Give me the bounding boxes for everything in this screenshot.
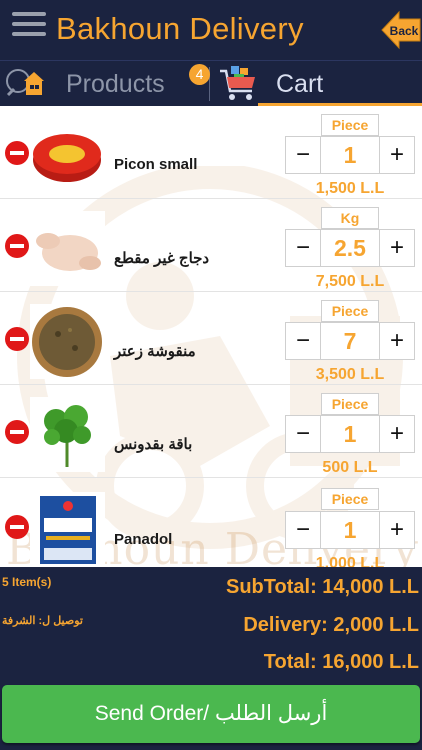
item-price: 7,500 L.L bbox=[315, 273, 385, 290]
quantity-value[interactable]: 1 bbox=[321, 136, 379, 174]
cart-count-badge: 4 bbox=[189, 64, 210, 85]
item-name: Panadol bbox=[114, 531, 173, 548]
cart-item: Picon small Piece − 1 + 1,500 L.L bbox=[0, 106, 422, 199]
total: Total: 16,000 L.L bbox=[263, 651, 419, 673]
quantity-stepper: − 7 + bbox=[285, 322, 415, 360]
decrease-quantity-button[interactable]: − bbox=[285, 229, 321, 267]
cart-item: دجاج غير مقطع Kg − 2.5 + 7,500 L.L bbox=[0, 199, 422, 292]
delivery-fee: Delivery: 2,000 L.L bbox=[243, 614, 419, 636]
tab-products[interactable]: Products bbox=[0, 61, 210, 107]
remove-item-button[interactable] bbox=[5, 515, 29, 539]
item-price: 500 L.L bbox=[322, 459, 378, 476]
hamburger-menu-icon[interactable] bbox=[12, 12, 46, 42]
store-icon bbox=[6, 69, 44, 97]
cart-item: باقة بقدونس Piece − 1 + 500 L.L bbox=[0, 385, 422, 478]
items-count: 5 Item(s) bbox=[2, 575, 52, 589]
cart-item: منقوشة زعتر Piece − 7 + 3,500 L.L bbox=[0, 292, 422, 385]
unit-label: Piece bbox=[321, 488, 379, 510]
increase-quantity-button[interactable]: + bbox=[379, 229, 415, 267]
product-image bbox=[30, 211, 105, 286]
unit-label: Piece bbox=[321, 300, 379, 322]
quantity-stepper: − 1 + bbox=[285, 511, 415, 549]
tab-cart[interactable]: Cart bbox=[210, 61, 422, 107]
back-button[interactable]: Back bbox=[381, 10, 421, 50]
increase-quantity-button[interactable]: + bbox=[379, 415, 415, 453]
order-summary: 5 Item(s) توصيل ل: الشرفة SubTotal: 14,0… bbox=[0, 567, 422, 683]
product-image bbox=[30, 397, 105, 472]
app-header: Bakhoun Delivery Back bbox=[0, 0, 422, 60]
decrease-quantity-button[interactable]: − bbox=[285, 511, 321, 549]
increase-quantity-button[interactable]: + bbox=[379, 511, 415, 549]
item-price: 1,000 L.L bbox=[315, 555, 385, 567]
shopping-cart-icon bbox=[220, 66, 255, 100]
back-arrow-icon: Back bbox=[381, 10, 421, 50]
product-image bbox=[30, 118, 105, 193]
item-price: 1,500 L.L bbox=[315, 180, 385, 197]
delivery-area: توصيل ل: الشرفة bbox=[2, 615, 83, 627]
tab-products-label: Products bbox=[66, 70, 165, 98]
product-image bbox=[30, 492, 105, 567]
remove-item-button[interactable] bbox=[5, 327, 29, 351]
quantity-value[interactable]: 1 bbox=[321, 415, 379, 453]
item-name: دجاج غير مقطع bbox=[114, 250, 210, 267]
product-image bbox=[30, 304, 105, 379]
decrease-quantity-button[interactable]: − bbox=[285, 322, 321, 360]
send-order-bar: Send Order/ أرسل الطلب bbox=[0, 683, 422, 750]
quantity-value[interactable]: 1 bbox=[321, 511, 379, 549]
tab-cart-label: Cart bbox=[276, 70, 324, 98]
cart-list[interactable]: Bakhoun Delivery Picon small Piece − 1 +… bbox=[0, 106, 422, 567]
item-name: منقوشة زعتر bbox=[114, 343, 196, 360]
send-order-button[interactable]: Send Order/ أرسل الطلب bbox=[2, 685, 420, 743]
cart-item: Panadol Piece − 1 + 1,000 L.L bbox=[0, 478, 422, 567]
unit-label: Piece bbox=[321, 114, 379, 136]
decrease-quantity-button[interactable]: − bbox=[285, 136, 321, 174]
remove-item-button[interactable] bbox=[5, 420, 29, 444]
increase-quantity-button[interactable]: + bbox=[379, 322, 415, 360]
remove-item-button[interactable] bbox=[5, 141, 29, 165]
quantity-value[interactable]: 2.5 bbox=[321, 229, 379, 267]
item-name: Picon small bbox=[114, 156, 198, 173]
item-name: باقة بقدونس bbox=[114, 436, 193, 453]
decrease-quantity-button[interactable]: − bbox=[285, 415, 321, 453]
item-price: 3,500 L.L bbox=[315, 366, 385, 383]
remove-item-button[interactable] bbox=[5, 234, 29, 258]
unit-label: Piece bbox=[321, 393, 379, 415]
subtotal: SubTotal: 14,000 L.L bbox=[226, 576, 419, 598]
quantity-stepper: − 1 + bbox=[285, 136, 415, 174]
quantity-stepper: − 1 + bbox=[285, 415, 415, 453]
tab-bar: Products Cart bbox=[0, 60, 422, 107]
increase-quantity-button[interactable]: + bbox=[379, 136, 415, 174]
quantity-value[interactable]: 7 bbox=[321, 322, 379, 360]
svg-text:Back: Back bbox=[390, 24, 419, 38]
app-title: Bakhoun Delivery bbox=[56, 11, 304, 46]
quantity-stepper: − 2.5 + bbox=[285, 229, 415, 267]
unit-label: Kg bbox=[321, 207, 379, 229]
